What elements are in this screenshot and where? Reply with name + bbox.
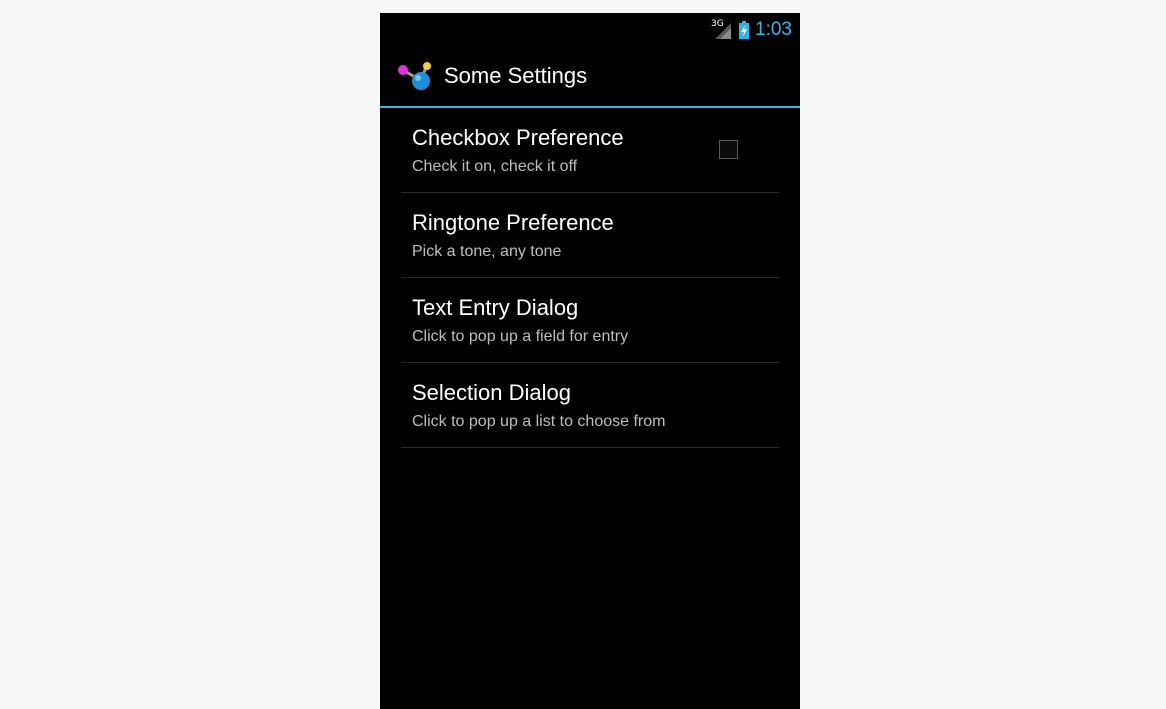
status-clock: 1:03: [755, 19, 792, 40]
preference-summary: Click to pop up a field for entry: [412, 328, 629, 345]
preference-title: Selection Dialog: [412, 380, 571, 405]
phone-screen: 3G 1:03 Some Settings Checkbox Preferenc…: [380, 13, 800, 709]
ringtone-preference[interactable]: Ringtone Preference Pick a tone, any ton…: [401, 193, 779, 278]
preference-title: Checkbox Preference: [412, 125, 624, 150]
preference-checkbox[interactable]: [719, 140, 738, 159]
preference-summary: Click to pop up a list to choose from: [412, 413, 666, 430]
status-bar: 3G 1:03: [380, 13, 800, 46]
action-bar: Some Settings: [380, 46, 800, 108]
preference-summary: Check it on, check it off: [412, 158, 578, 175]
preference-summary: Pick a tone, any tone: [412, 243, 562, 260]
signal-icon: 3G: [711, 19, 733, 41]
selection-preference[interactable]: Selection Dialog Click to pop up a list …: [401, 363, 779, 448]
checkbox-preference[interactable]: Checkbox Preference Check it on, check i…: [401, 108, 779, 193]
battery-charging-icon: [739, 20, 750, 39]
status-icons: 3G 1:03: [711, 13, 792, 46]
app-molecule-icon[interactable]: [396, 60, 436, 92]
preference-title: Ringtone Preference: [412, 210, 614, 235]
action-bar-title: Some Settings: [444, 63, 588, 88]
preference-title: Text Entry Dialog: [412, 295, 579, 320]
text-entry-preference[interactable]: Text Entry Dialog Click to pop up a fiel…: [401, 278, 779, 363]
preference-list: Checkbox Preference Check it on, check i…: [401, 108, 779, 448]
